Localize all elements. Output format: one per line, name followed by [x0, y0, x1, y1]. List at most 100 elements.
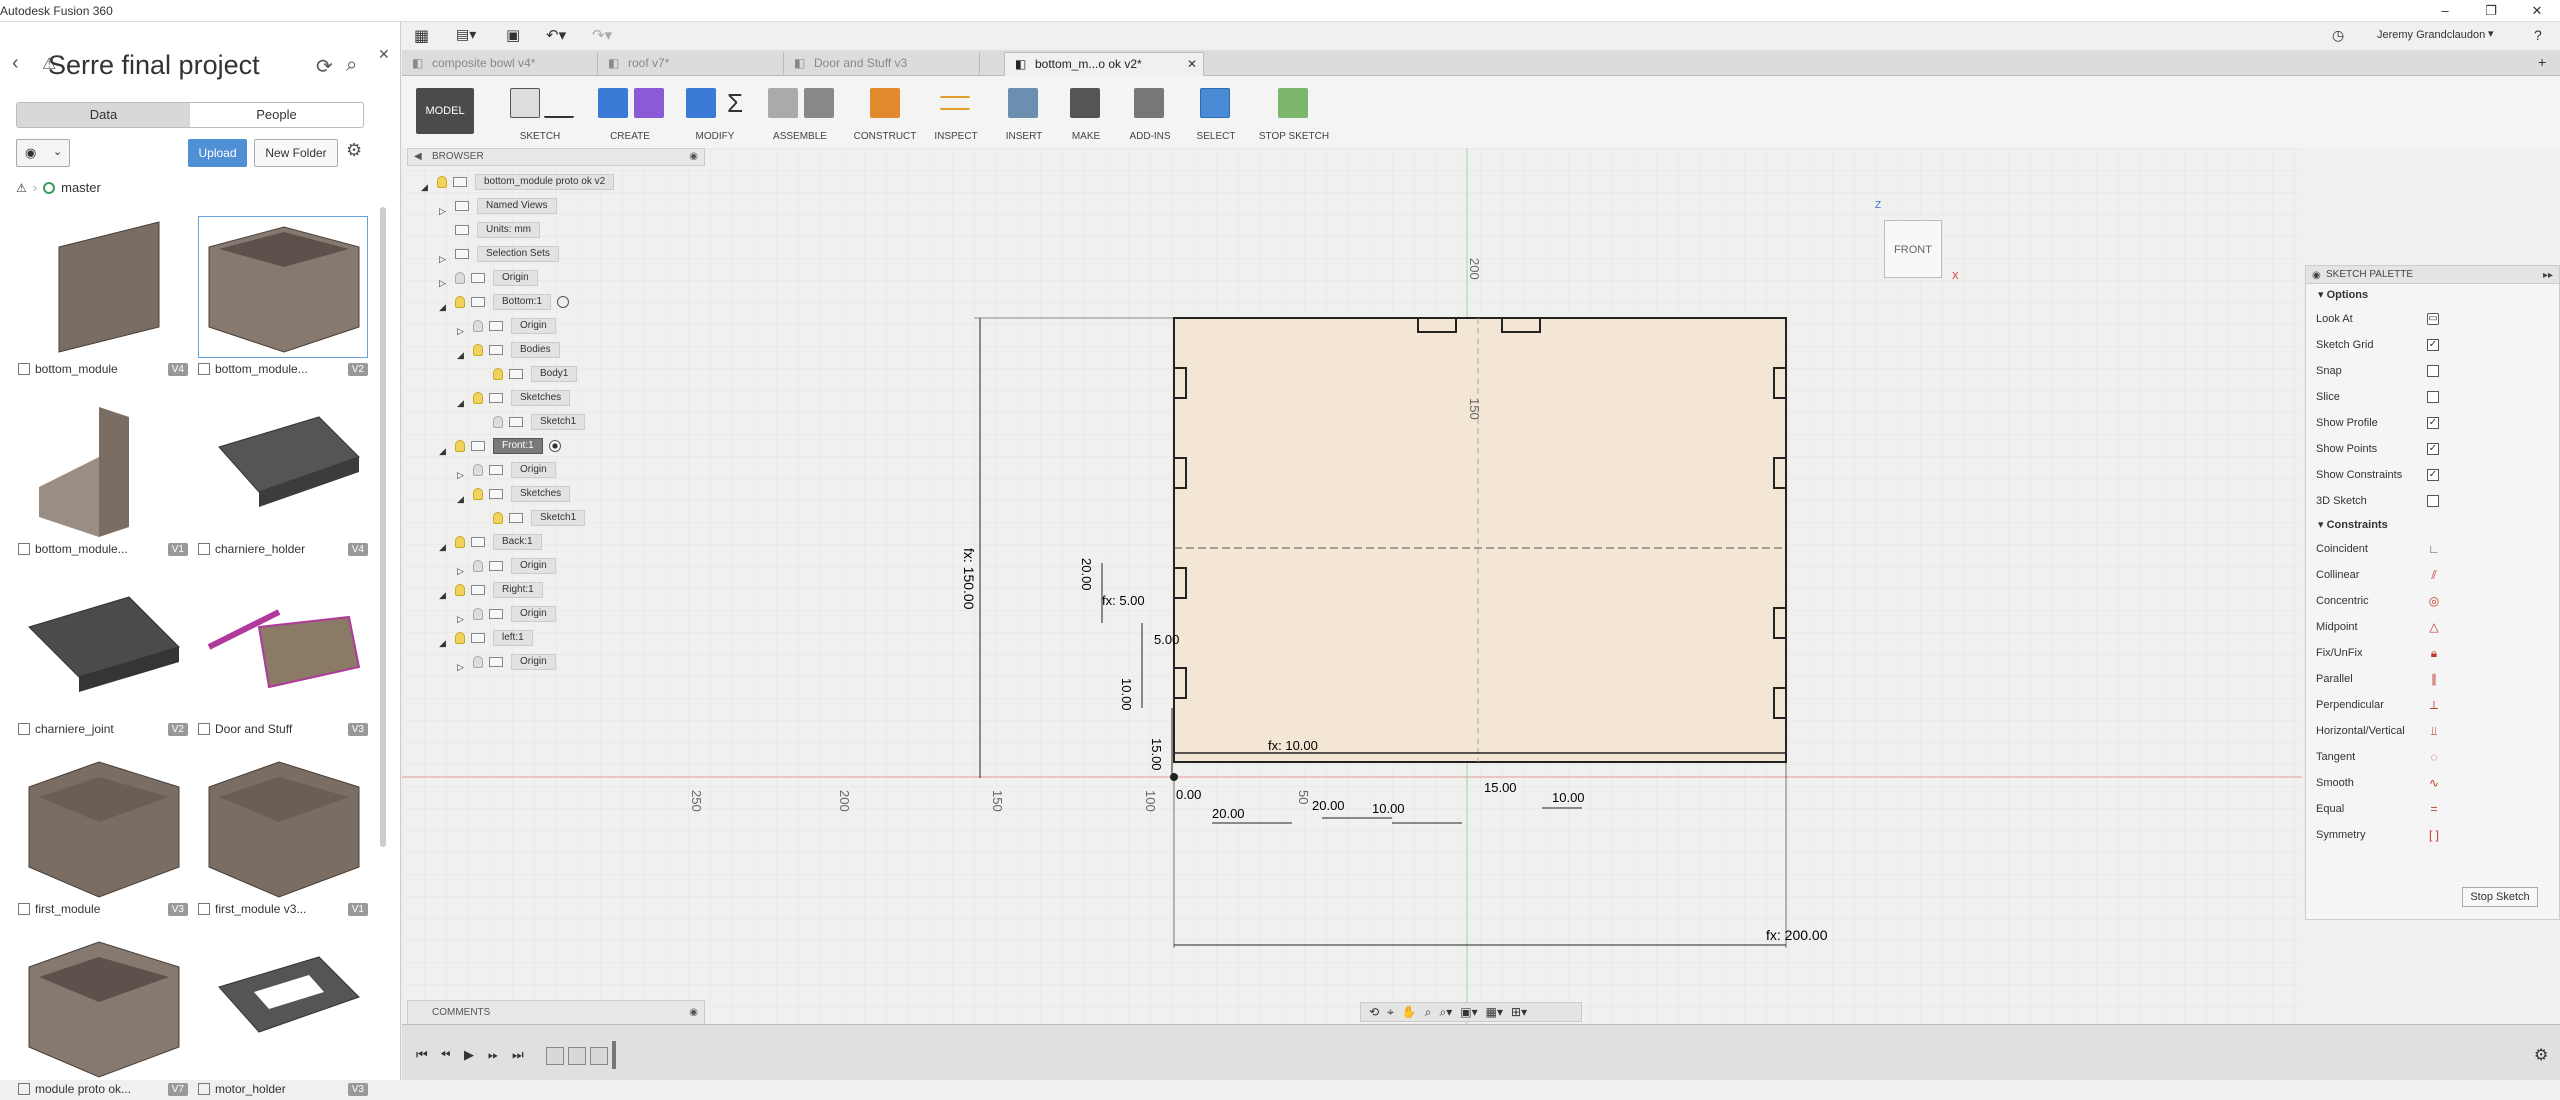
minimize-button[interactable]: ‒ [2422, 0, 2468, 22]
option-slice[interactable]: Slice [2306, 384, 2559, 410]
constraint-perpendicular[interactable]: Perpendicular ⟂ [2306, 692, 2559, 718]
help-icon[interactable]: ? [2534, 27, 2542, 43]
tree-row[interactable]: Body1 [493, 364, 578, 384]
activate-radio-icon[interactable] [557, 296, 570, 308]
dimension-zero[interactable]: 0.00 [1176, 787, 1201, 802]
doc-tab[interactable]: ◧ roof v7* [598, 52, 784, 76]
expand-icon[interactable]: ◢ [457, 489, 467, 504]
file-item[interactable]: charniere_joint V2 [14, 570, 188, 740]
file-item[interactable]: bottom_module... V2 [194, 210, 368, 380]
collinear-icon[interactable]: ⫽ [2427, 568, 2441, 582]
visibility-bulb-icon[interactable] [455, 536, 465, 548]
checkbox-unchecked[interactable] [2427, 365, 2439, 377]
expand-icon[interactable]: ◢ [457, 345, 467, 360]
constraint-symmetry[interactable]: Symmetry [ ] [2306, 822, 2559, 848]
visibility-bulb-icon[interactable] [473, 392, 483, 404]
tree-row[interactable]: ◢ Bodies [457, 340, 560, 360]
visibility-bulb-icon[interactable] [437, 176, 447, 188]
option-show-points[interactable]: Show Points ✓ [2306, 436, 2559, 462]
tree-row[interactable]: ▷ Origin [457, 316, 556, 336]
viewports-icon[interactable]: ⊞▾ [1511, 1005, 1527, 1019]
constraint-concentric[interactable]: Concentric ◎ [2306, 588, 2559, 614]
visibility-bulb-icon[interactable] [473, 344, 483, 356]
tree-row[interactable]: ◢ Bottom:1 [439, 292, 570, 312]
tree-row[interactable]: Sketch1 [493, 412, 586, 432]
file-item[interactable]: module proto ok... V7 [14, 930, 188, 1100]
stop-sketch-button[interactable]: Stop Sketch [2462, 887, 2538, 907]
project-home-icon[interactable]: ⚠ [16, 181, 27, 195]
new-folder-button[interactable]: New Folder [254, 139, 338, 167]
option-show-constraints[interactable]: Show Constraints ✓ [2306, 462, 2559, 488]
constraint-coincident[interactable]: Coincident ∟ [2306, 536, 2559, 562]
checkbox-checked[interactable]: ✓ [2427, 443, 2439, 455]
tree-row[interactable]: ◢ Right:1 [439, 580, 543, 600]
back-arrow-icon[interactable]: ‹ [12, 52, 19, 75]
fit-icon[interactable]: ⌕▾ [1440, 1005, 1453, 1020]
expand-icon[interactable]: ◢ [421, 177, 431, 192]
tree-row[interactable]: ▷ Named Views [439, 196, 557, 216]
constraint-horizontal-vertical[interactable]: Horizontal/Vertical ⫫ [2306, 718, 2559, 744]
upload-button[interactable]: Upload [188, 139, 247, 167]
close-tab-icon[interactable]: ✕ [1187, 53, 1197, 75]
file-item[interactable]: charniere_holder V4 [194, 390, 368, 560]
options-section-header[interactable]: ▾ Options [2306, 284, 2559, 306]
inspect-group[interactable]: INSPECT [922, 80, 990, 144]
activate-radio-icon[interactable] [548, 440, 561, 452]
dimension-fx10[interactable]: fx: 10.00 [1268, 738, 1318, 753]
concentric-icon[interactable]: ◎ [2427, 594, 2441, 608]
file-item[interactable]: bottom_module V4 [14, 210, 188, 380]
workspace-switcher[interactable]: MODEL [416, 88, 474, 134]
doc-tab[interactable]: ◧ Door and Stuff v3 [784, 52, 980, 76]
visibility-bulb-icon[interactable] [455, 632, 465, 644]
settings-gear-icon[interactable]: ⚙ [346, 140, 362, 161]
constraint-collinear[interactable]: Collinear ⫽ [2306, 562, 2559, 588]
tree-row[interactable]: ▷ Origin [457, 556, 556, 576]
save-icon[interactable]: ▣ [506, 26, 520, 44]
file-item[interactable]: first_module V3 [14, 750, 188, 920]
refresh-icon[interactable]: ⟳ [316, 54, 333, 79]
play-icon[interactable]: ▶ [464, 1047, 474, 1063]
origin-point[interactable] [1170, 773, 1178, 781]
visibility-bulb-icon[interactable] [473, 608, 483, 620]
insert-group[interactable]: INSERT [992, 80, 1056, 144]
tab-data[interactable]: Data [17, 103, 190, 127]
dimension-15v[interactable]: 15.00 [1149, 738, 1164, 771]
constraint-parallel[interactable]: Parallel ∥ [2306, 666, 2559, 692]
option-snap[interactable]: Snap [2306, 358, 2559, 384]
close-button[interactable]: ✕ [2514, 0, 2560, 22]
checkbox-checked[interactable]: ✓ [2427, 339, 2439, 351]
expand-icon[interactable]: ▷ [457, 321, 467, 336]
display-settings-icon[interactable]: ▣▾ [1460, 1005, 1477, 1019]
dimension-5b[interactable]: 5.00 [1154, 632, 1179, 647]
dimension-20[interactable]: 20.00 [1079, 558, 1094, 591]
sketch-group[interactable]: SKETCH [500, 80, 580, 144]
constraint-midpoint[interactable]: Midpoint △ [2306, 614, 2559, 640]
palette-pin-icon[interactable]: ◉ [2312, 267, 2321, 285]
visibility-bulb-icon[interactable] [493, 368, 503, 380]
comments-panel[interactable]: COMMENTS ◉ [407, 1000, 705, 1026]
tree-row[interactable]: ▷ Origin [457, 652, 556, 672]
view-toggle[interactable]: ◉ ⌄ [16, 139, 70, 167]
option-sketch-grid[interactable]: Sketch Grid ✓ [2306, 332, 2559, 358]
close-panel-icon[interactable]: ✕ [378, 46, 390, 63]
first-step-icon[interactable]: ⏮ [416, 1047, 428, 1063]
visibility-bulb-icon[interactable] [473, 488, 483, 500]
tree-row-root[interactable]: ◢ bottom_module proto ok v2 [421, 172, 615, 192]
dimension-15a[interactable]: 15.00 [1484, 780, 1517, 795]
expand-icon[interactable]: ▷ [457, 561, 467, 576]
file-item[interactable]: Door and Stuff V3 [194, 570, 368, 740]
last-step-icon[interactable]: ⏭ [512, 1047, 524, 1063]
visibility-bulb-icon[interactable] [455, 440, 465, 452]
dimension-200[interactable]: fx: 200.00 [1766, 927, 1828, 943]
visibility-bulb-icon[interactable] [455, 296, 465, 308]
tree-row[interactable]: ▷ Selection Sets [439, 244, 559, 264]
doc-tab[interactable]: ◧ composite bowl v4* [402, 52, 598, 76]
constraints-section-header[interactable]: ▾ Constraints [2306, 514, 2559, 536]
visibility-bulb-icon[interactable] [473, 560, 483, 572]
modify-group[interactable]: Σ MODIFY [680, 80, 750, 144]
file-menu-icon[interactable]: ▤▾ [456, 26, 476, 43]
option-show-profile[interactable]: Show Profile ✓ [2306, 410, 2559, 436]
tab-people[interactable]: People [190, 103, 363, 127]
file-item[interactable]: motor_holder V3 [194, 930, 368, 1100]
expand-icon[interactable]: ▷ [457, 465, 467, 480]
